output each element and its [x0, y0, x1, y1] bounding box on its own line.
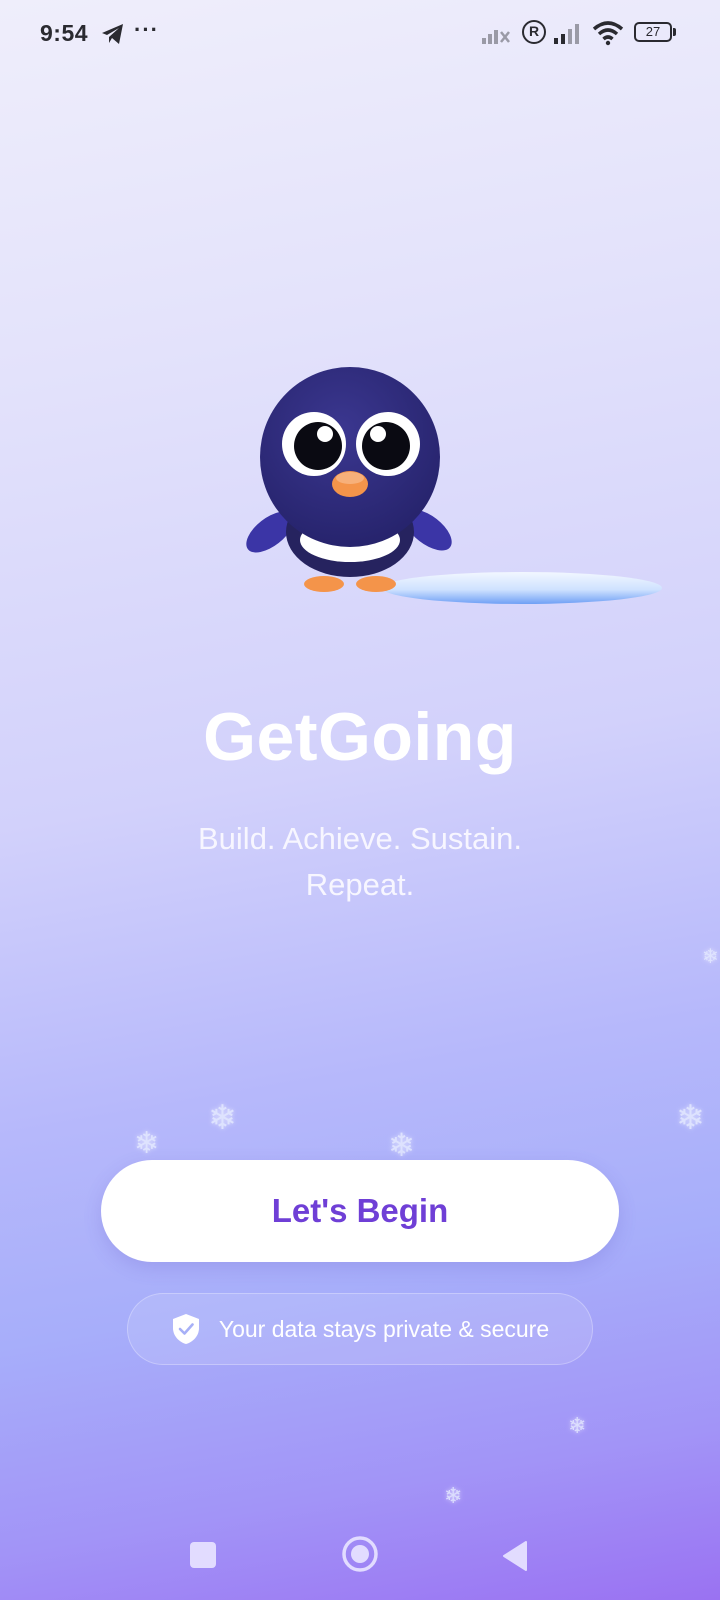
- wifi-icon: [592, 21, 624, 46]
- snowflake-icon: ❄: [444, 1484, 463, 1509]
- snowflake-icon: ❄: [388, 1126, 415, 1164]
- snowflake-icon: ❄: [702, 944, 719, 968]
- battery-level: 27: [634, 22, 672, 42]
- recents-button[interactable]: [190, 1542, 216, 1568]
- telegram-icon: [102, 24, 123, 44]
- registered-icon: R: [522, 20, 546, 44]
- snowflake-icon: ❄: [676, 1098, 705, 1138]
- more-dots-icon: ···: [134, 17, 159, 42]
- snowflake-icon: ❄: [208, 1098, 237, 1138]
- system-nav-bar: [0, 1510, 720, 1600]
- status-time: 9:54: [40, 20, 89, 46]
- battery-icon: 27: [634, 22, 676, 42]
- signal-off-icon: [482, 30, 510, 44]
- home-button[interactable]: [341, 1535, 379, 1573]
- app-tagline: Build. Achieve. Sustain. Repeat.: [198, 821, 522, 902]
- snowflake-icon: ❄: [568, 1414, 587, 1439]
- privacy-note: Your data stays private & secure: [127, 1293, 593, 1365]
- shield-check-icon: [172, 1314, 199, 1344]
- privacy-text: Your data stays private & secure: [218, 1315, 550, 1342]
- status-bar: 9:54 ··· R 27: [0, 0, 720, 66]
- lets-begin-button[interactable]: Let's Begin: [101, 1160, 619, 1262]
- signal-icon: [554, 24, 579, 44]
- snowflake-icon: ❄: [134, 1126, 160, 1161]
- penguin-mascot-icon: [246, 367, 662, 604]
- back-button[interactable]: [500, 1540, 528, 1572]
- app-title: GetGoing: [203, 699, 517, 775]
